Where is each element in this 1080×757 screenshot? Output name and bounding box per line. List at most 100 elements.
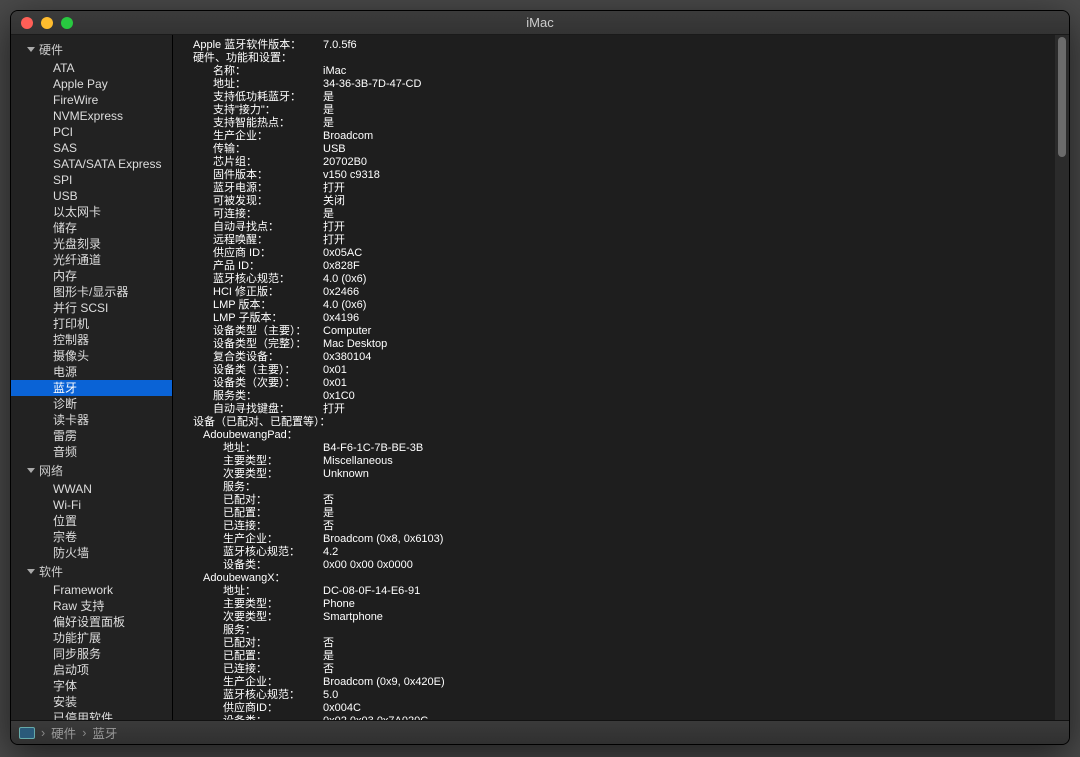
sidebar-item[interactable]: 位置 (11, 513, 172, 529)
info-value: DC-08-0F-14-E6-91 (323, 585, 420, 598)
info-label: LMP 版本： (193, 299, 323, 312)
info-value: 34-36-3B-7D-47-CD (323, 78, 421, 91)
info-value: 是 (323, 208, 334, 221)
info-label: 支持"接力"： (193, 104, 323, 117)
info-value: 否 (323, 520, 334, 533)
sidebar-item[interactable]: 控制器 (11, 332, 172, 348)
info-row: 服务： (193, 481, 1055, 494)
info-value: Broadcom (0x9, 0x420E) (323, 676, 445, 689)
info-label: 地址： (193, 78, 323, 91)
titlebar[interactable]: iMac (11, 11, 1069, 35)
info-label: 设备类： (193, 559, 323, 572)
info-label: 支持低功耗蓝牙： (193, 91, 323, 104)
sidebar-item[interactable]: 安装 (11, 694, 172, 710)
sidebar-item[interactable]: 打印机 (11, 316, 172, 332)
info-value: 7.0.5f6 (323, 39, 357, 52)
scrollbar-thumb[interactable] (1058, 37, 1066, 157)
info-label: 可连接： (193, 208, 323, 221)
info-label: 生产企业： (193, 130, 323, 143)
sidebar-section-header[interactable]: 硬件 (11, 39, 172, 60)
zoom-icon[interactable] (61, 17, 73, 29)
sidebar-item[interactable]: 摄像头 (11, 348, 172, 364)
info-label: 服务： (193, 481, 323, 494)
info-row: 自动寻找点：打开 (193, 221, 1055, 234)
info-value: 否 (323, 637, 334, 650)
sidebar-item[interactable]: 雷雳 (11, 428, 172, 444)
sidebar-item[interactable]: 宗卷 (11, 529, 172, 545)
sidebar-item[interactable]: 诊断 (11, 396, 172, 412)
info-row: 复合类设备：0x380104 (193, 351, 1055, 364)
sidebar-item[interactable]: Wi-Fi (11, 497, 172, 513)
sidebar-item[interactable]: Framework (11, 582, 172, 598)
info-value: 20702B0 (323, 156, 367, 169)
sidebar-item[interactable]: ATA (11, 60, 172, 76)
sidebar-item[interactable]: SATA/SATA Express (11, 156, 172, 172)
sidebar-item[interactable]: SPI (11, 172, 172, 188)
close-icon[interactable] (21, 17, 33, 29)
info-label: 设备类（次要）： (193, 377, 323, 390)
sidebar-item[interactable]: USB (11, 188, 172, 204)
info-label: 主要类型： (193, 455, 323, 468)
sidebar[interactable]: 硬件ATAApple PayFireWireNVMExpressPCISASSA… (11, 35, 173, 720)
info-row: 次要类型：Unknown (193, 468, 1055, 481)
info-label: 生产企业： (193, 676, 323, 689)
info-label: 固件版本： (193, 169, 323, 182)
sidebar-item[interactable]: 已停用软件 (11, 710, 172, 720)
info-value: Smartphone (323, 611, 383, 624)
disclosure-triangle-icon (27, 47, 35, 52)
sidebar-item[interactable]: Apple Pay (11, 76, 172, 92)
sidebar-item[interactable]: PCI (11, 124, 172, 140)
sidebar-item[interactable]: 偏好设置面板 (11, 614, 172, 630)
sidebar-item[interactable]: 光纤通道 (11, 252, 172, 268)
sidebar-item[interactable]: 读卡器 (11, 412, 172, 428)
info-value: 0x00 0x00 0x0000 (323, 559, 413, 572)
sidebar-item[interactable]: 以太网卡 (11, 204, 172, 220)
sidebar-item[interactable]: 启动项 (11, 662, 172, 678)
breadcrumb-bluetooth[interactable]: 蓝牙 (92, 723, 117, 742)
breadcrumb-hardware[interactable]: 硬件 (51, 723, 76, 742)
info-row: 设备类型（主要）：Computer (193, 325, 1055, 338)
window-title: iMac (11, 15, 1069, 30)
info-label: 已配对： (193, 494, 323, 507)
info-value: 4.0 (0x6) (323, 299, 366, 312)
sidebar-item[interactable]: 音频 (11, 444, 172, 460)
sidebar-section-header[interactable]: 网络 (11, 460, 172, 481)
info-value: 5.0 (323, 689, 338, 702)
sidebar-item[interactable]: 光盘刻录 (11, 236, 172, 252)
sidebar-item[interactable]: 内存 (11, 268, 172, 284)
sidebar-item[interactable]: 防火墙 (11, 545, 172, 561)
scrollbar-track[interactable] (1055, 35, 1069, 720)
info-row: 支持低功耗蓝牙：是 (193, 91, 1055, 104)
section-heading: 硬件、功能和设置： (193, 52, 1055, 65)
sidebar-item[interactable]: 同步服务 (11, 646, 172, 662)
sidebar-section-header[interactable]: 软件 (11, 561, 172, 582)
minimize-icon[interactable] (41, 17, 53, 29)
sidebar-item[interactable]: NVMExpress (11, 108, 172, 124)
info-label: 自动寻找键盘： (193, 403, 323, 416)
sidebar-item[interactable]: 并行 SCSI (11, 300, 172, 316)
info-value: 是 (323, 104, 334, 117)
content-scroll[interactable]: Apple 蓝牙软件版本：7.0.5f6硬件、功能和设置：名称：iMac地址：3… (173, 35, 1055, 720)
sidebar-item[interactable]: SAS (11, 140, 172, 156)
info-label: 设备类型（主要）： (193, 325, 323, 338)
sidebar-item[interactable]: 功能扩展 (11, 630, 172, 646)
info-value: 是 (323, 507, 334, 520)
sidebar-item[interactable]: Raw 支持 (11, 598, 172, 614)
info-row: 蓝牙核心规范：5.0 (193, 689, 1055, 702)
info-value: 0x02 0x03 0x7A020C (323, 715, 428, 720)
computer-icon[interactable] (19, 727, 35, 739)
info-label: 已配置： (193, 650, 323, 663)
sidebar-item[interactable]: 蓝牙 (11, 380, 172, 396)
sidebar-item[interactable]: 电源 (11, 364, 172, 380)
info-value: 是 (323, 91, 334, 104)
info-label: 蓝牙核心规范： (193, 273, 323, 286)
sidebar-item[interactable]: 字体 (11, 678, 172, 694)
info-value: iMac (323, 65, 346, 78)
sidebar-item[interactable]: 图形卡/显示器 (11, 284, 172, 300)
info-value: 0x1C0 (323, 390, 355, 403)
info-row: 已配置：是 (193, 507, 1055, 520)
info-label: Apple 蓝牙软件版本： (193, 39, 323, 52)
sidebar-item[interactable]: WWAN (11, 481, 172, 497)
sidebar-item[interactable]: 储存 (11, 220, 172, 236)
sidebar-item[interactable]: FireWire (11, 92, 172, 108)
